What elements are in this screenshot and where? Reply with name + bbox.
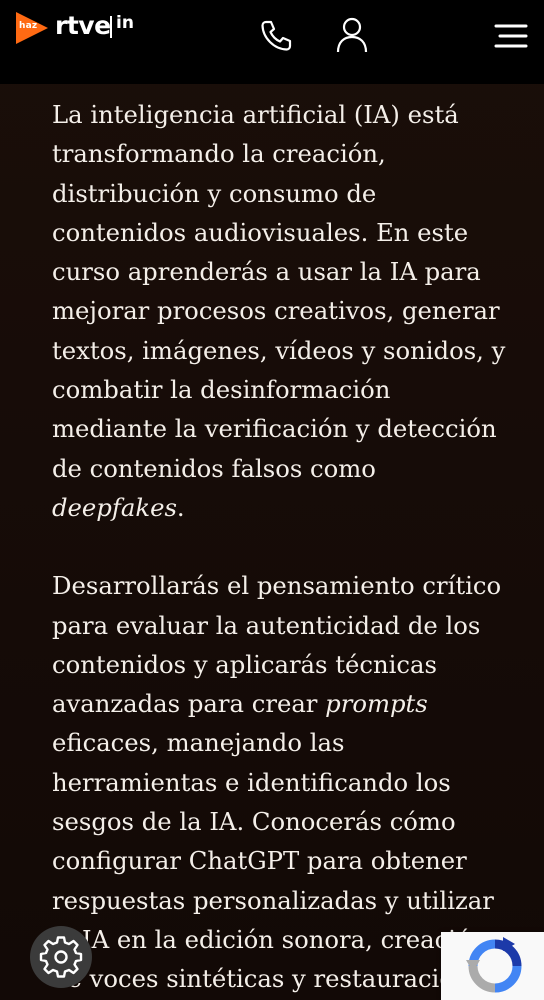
gear-icon xyxy=(39,936,83,978)
recaptcha-badge[interactable] xyxy=(441,932,544,1000)
logo-haz-text: haz xyxy=(19,21,38,31)
user-icon[interactable] xyxy=(334,16,370,54)
phone-icon[interactable] xyxy=(258,18,294,54)
page: haz rtve in La inteligencia artificial (… xyxy=(0,0,544,1000)
deepfakes-term: deepfakes xyxy=(52,492,177,522)
logo-in-text: in xyxy=(116,13,134,33)
prompts-term: prompts xyxy=(325,689,428,719)
paragraph-skills-text-b: eficaces, manejando las herramientas e i… xyxy=(52,728,494,994)
logo-separator xyxy=(110,16,112,38)
paragraph-intro-text: La inteligencia artificial (IA) está tra… xyxy=(52,100,506,483)
cookie-settings-button[interactable] xyxy=(30,926,92,988)
recaptcha-icon xyxy=(466,937,522,993)
logo-rtve-text: rtve xyxy=(55,11,111,40)
paragraph-intro: La inteligencia artificial (IA) está tra… xyxy=(52,95,512,527)
rtve-logo[interactable]: haz rtve in xyxy=(16,11,146,48)
hamburger-menu-icon[interactable] xyxy=(492,22,528,50)
course-description: La inteligencia artificial (IA) está tra… xyxy=(52,95,512,999)
paragraph-intro-end: . xyxy=(176,492,185,522)
paragraph-skills-text-a: Desarrollarás el pensamiento crítico par… xyxy=(52,571,502,719)
site-header: haz rtve in xyxy=(0,0,544,84)
